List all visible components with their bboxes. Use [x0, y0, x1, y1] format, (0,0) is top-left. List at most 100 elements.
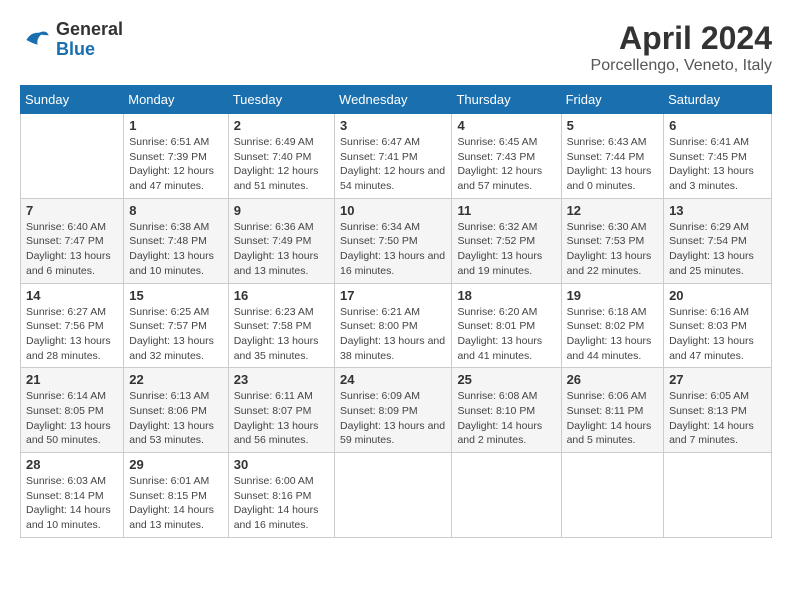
calendar-cell: 20 Sunrise: 6:16 AMSunset: 8:03 PMDayligh…	[664, 283, 772, 368]
day-info: Sunrise: 6:45 AMSunset: 7:43 PMDaylight:…	[457, 135, 555, 194]
day-info: Sunrise: 6:43 AMSunset: 7:44 PMDaylight:…	[567, 135, 659, 194]
calendar-cell: 12 Sunrise: 6:30 AMSunset: 7:53 PMDayligh…	[561, 198, 664, 283]
day-info: Sunrise: 6:08 AMSunset: 8:10 PMDaylight:…	[457, 389, 555, 448]
day-info: Sunrise: 6:23 AMSunset: 7:58 PMDaylight:…	[234, 305, 329, 364]
calendar-cell: 6 Sunrise: 6:41 AMSunset: 7:45 PMDaylight…	[664, 114, 772, 199]
calendar-cell: 18Sunrise: 6:20 AMSunset: 8:01 PMDayligh…	[452, 283, 561, 368]
calendar-cell: 27 Sunrise: 6:05 AMSunset: 8:13 PMDayligh…	[664, 368, 772, 453]
calendar-week-row: 28Sunrise: 6:03 AMSunset: 8:14 PMDayligh…	[21, 453, 772, 538]
day-number: 29	[129, 457, 222, 472]
calendar-cell: 22 Sunrise: 6:13 AMSunset: 8:06 PMDayligh…	[124, 368, 228, 453]
day-number: 21	[26, 372, 118, 387]
logo-text: General Blue	[56, 20, 123, 60]
calendar-cell	[452, 453, 561, 538]
day-number: 7	[26, 203, 118, 218]
day-info: Sunrise: 6:36 AMSunset: 7:49 PMDaylight:…	[234, 220, 329, 279]
day-number: 14	[26, 288, 118, 303]
calendar-cell: 19Sunrise: 6:18 AMSunset: 8:02 PMDayligh…	[561, 283, 664, 368]
calendar-cell: 17 Sunrise: 6:21 AMSunset: 8:00 PMDayligh…	[335, 283, 452, 368]
calendar-cell: 29 Sunrise: 6:01 AMSunset: 8:15 PMDayligh…	[124, 453, 228, 538]
day-info: Sunrise: 6:14 AMSunset: 8:05 PMDaylight:…	[26, 389, 118, 448]
day-number: 2	[234, 118, 329, 133]
logo-icon	[20, 24, 52, 56]
day-number: 28	[26, 457, 118, 472]
calendar-week-row: 1 Sunrise: 6:51 AMSunset: 7:39 PMDaylight…	[21, 114, 772, 199]
calendar-cell	[664, 453, 772, 538]
day-info: Sunrise: 6:00 AMSunset: 8:16 PMDaylight:…	[234, 474, 329, 533]
calendar-cell: 16Sunrise: 6:23 AMSunset: 7:58 PMDayligh…	[228, 283, 334, 368]
day-number: 1	[129, 118, 222, 133]
day-number: 6	[669, 118, 766, 133]
title-block: April 2024 Porcellengo, Veneto, Italy	[591, 20, 772, 75]
day-number: 10	[340, 203, 446, 218]
day-number: 24	[340, 372, 446, 387]
calendar-cell: 11Sunrise: 6:32 AMSunset: 7:52 PMDayligh…	[452, 198, 561, 283]
header-friday: Friday	[561, 86, 664, 114]
calendar-body: 1 Sunrise: 6:51 AMSunset: 7:39 PMDaylight…	[21, 114, 772, 538]
calendar-cell: 26Sunrise: 6:06 AMSunset: 8:11 PMDayligh…	[561, 368, 664, 453]
header-sunday: Sunday	[21, 86, 124, 114]
day-info: Sunrise: 6:30 AMSunset: 7:53 PMDaylight:…	[567, 220, 659, 279]
calendar-cell	[335, 453, 452, 538]
day-number: 27	[669, 372, 766, 387]
day-info: Sunrise: 6:49 AMSunset: 7:40 PMDaylight:…	[234, 135, 329, 194]
logo-general: General	[56, 19, 123, 39]
day-number: 5	[567, 118, 659, 133]
day-info: Sunrise: 6:25 AMSunset: 7:57 PMDaylight:…	[129, 305, 222, 364]
day-info: Sunrise: 6:38 AMSunset: 7:48 PMDaylight:…	[129, 220, 222, 279]
calendar-week-row: 14Sunrise: 6:27 AMSunset: 7:56 PMDayligh…	[21, 283, 772, 368]
calendar-cell: 7 Sunrise: 6:40 AMSunset: 7:47 PMDaylight…	[21, 198, 124, 283]
day-info: Sunrise: 6:06 AMSunset: 8:11 PMDaylight:…	[567, 389, 659, 448]
calendar-cell: 14Sunrise: 6:27 AMSunset: 7:56 PMDayligh…	[21, 283, 124, 368]
day-number: 4	[457, 118, 555, 133]
day-info: Sunrise: 6:51 AMSunset: 7:39 PMDaylight:…	[129, 135, 222, 194]
calendar-title: April 2024	[591, 20, 772, 57]
day-info: Sunrise: 6:40 AMSunset: 7:47 PMDaylight:…	[26, 220, 118, 279]
calendar-header: Sunday Monday Tuesday Wednesday Thursday…	[21, 86, 772, 114]
day-info: Sunrise: 6:11 AMSunset: 8:07 PMDaylight:…	[234, 389, 329, 448]
calendar-cell: 1 Sunrise: 6:51 AMSunset: 7:39 PMDaylight…	[124, 114, 228, 199]
calendar-cell: 24 Sunrise: 6:09 AMSunset: 8:09 PMDayligh…	[335, 368, 452, 453]
logo-blue: Blue	[56, 39, 95, 59]
calendar-cell: 5 Sunrise: 6:43 AMSunset: 7:44 PMDaylight…	[561, 114, 664, 199]
header-thursday: Thursday	[452, 86, 561, 114]
day-number: 20	[669, 288, 766, 303]
day-number: 25	[457, 372, 555, 387]
calendar-cell: 15 Sunrise: 6:25 AMSunset: 7:57 PMDayligh…	[124, 283, 228, 368]
calendar-subtitle: Porcellengo, Veneto, Italy	[591, 57, 772, 75]
header-saturday: Saturday	[664, 86, 772, 114]
day-number: 9	[234, 203, 329, 218]
day-info: Sunrise: 6:05 AMSunset: 8:13 PMDaylight:…	[669, 389, 766, 448]
day-info: Sunrise: 6:41 AMSunset: 7:45 PMDaylight:…	[669, 135, 766, 194]
day-info: Sunrise: 6:34 AMSunset: 7:50 PMDaylight:…	[340, 220, 446, 279]
day-info: Sunrise: 6:09 AMSunset: 8:09 PMDaylight:…	[340, 389, 446, 448]
calendar-cell: 21 Sunrise: 6:14 AMSunset: 8:05 PMDayligh…	[21, 368, 124, 453]
header-row: Sunday Monday Tuesday Wednesday Thursday…	[21, 86, 772, 114]
header-monday: Monday	[124, 86, 228, 114]
day-number: 22	[129, 372, 222, 387]
calendar-cell: 13Sunrise: 6:29 AMSunset: 7:54 PMDayligh…	[664, 198, 772, 283]
day-number: 17	[340, 288, 446, 303]
calendar-table: Sunday Monday Tuesday Wednesday Thursday…	[20, 85, 772, 538]
day-info: Sunrise: 6:13 AMSunset: 8:06 PMDaylight:…	[129, 389, 222, 448]
calendar-cell: 25 Sunrise: 6:08 AMSunset: 8:10 PMDayligh…	[452, 368, 561, 453]
calendar-cell: 8Sunrise: 6:38 AMSunset: 7:48 PMDaylight…	[124, 198, 228, 283]
day-info: Sunrise: 6:16 AMSunset: 8:03 PMDaylight:…	[669, 305, 766, 364]
header-wednesday: Wednesday	[335, 86, 452, 114]
day-number: 19	[567, 288, 659, 303]
calendar-cell: 2 Sunrise: 6:49 AMSunset: 7:40 PMDaylight…	[228, 114, 334, 199]
calendar-cell: 28Sunrise: 6:03 AMSunset: 8:14 PMDayligh…	[21, 453, 124, 538]
day-number: 12	[567, 203, 659, 218]
day-info: Sunrise: 6:21 AMSunset: 8:00 PMDaylight:…	[340, 305, 446, 364]
calendar-cell: 23 Sunrise: 6:11 AMSunset: 8:07 PMDayligh…	[228, 368, 334, 453]
calendar-cell: 3Sunrise: 6:47 AMSunset: 7:41 PMDaylight…	[335, 114, 452, 199]
day-info: Sunrise: 6:29 AMSunset: 7:54 PMDaylight:…	[669, 220, 766, 279]
page-header: General Blue April 2024 Porcellengo, Ven…	[20, 20, 772, 75]
calendar-week-row: 21 Sunrise: 6:14 AMSunset: 8:05 PMDayligh…	[21, 368, 772, 453]
calendar-cell	[561, 453, 664, 538]
day-number: 23	[234, 372, 329, 387]
day-info: Sunrise: 6:01 AMSunset: 8:15 PMDaylight:…	[129, 474, 222, 533]
day-number: 15	[129, 288, 222, 303]
day-info: Sunrise: 6:20 AMSunset: 8:01 PMDaylight:…	[457, 305, 555, 364]
day-number: 11	[457, 203, 555, 218]
